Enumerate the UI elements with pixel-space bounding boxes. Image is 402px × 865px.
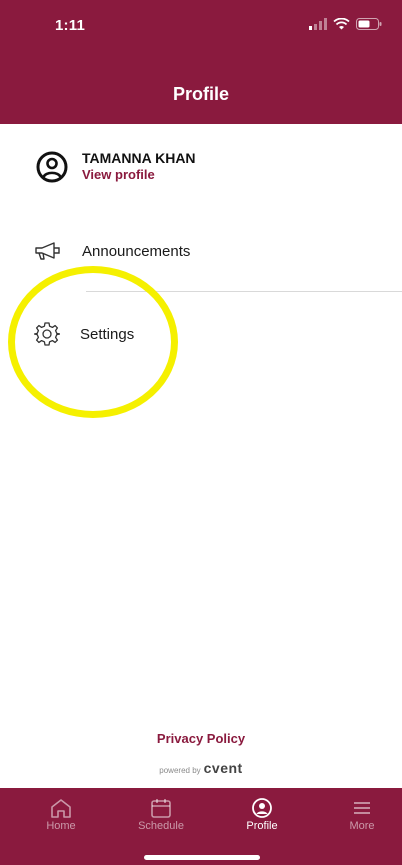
user-name: TAMANNA KHAN (82, 150, 196, 166)
tab-home[interactable]: Home (21, 798, 101, 832)
megaphone-icon (35, 242, 60, 260)
status-icons (309, 18, 382, 30)
wifi-icon (333, 18, 350, 30)
page-title: Profile (172, 84, 229, 104)
menu-icon (354, 802, 370, 814)
menu-item-announcements[interactable]: Announcements (34, 241, 190, 261)
profile-icon (252, 798, 272, 818)
signal-icon (309, 18, 327, 30)
app-header: 1:11 Profile (0, 0, 402, 124)
tab-profile[interactable]: Profile (222, 798, 302, 832)
highlight-circle (8, 266, 178, 418)
tab-more[interactable]: More (322, 798, 402, 832)
cvent-logo: cvent (203, 760, 243, 776)
profile-screen: 1:11 Profile TAMANNA KHAN View profile A… (0, 0, 402, 865)
tab-label: Home (46, 820, 76, 832)
powered-by-text: powered by (159, 766, 201, 775)
home-indicator[interactable] (144, 855, 260, 860)
privacy-policy-link[interactable]: Privacy Policy (0, 731, 402, 746)
tab-label: More (349, 820, 375, 832)
status-time: 1:11 (55, 17, 85, 34)
tab-schedule[interactable]: Schedule (121, 798, 201, 832)
tab-bar: Home Schedule Profile More (0, 788, 402, 865)
battery-icon (356, 18, 382, 30)
menu-item-label: Announcements (82, 242, 191, 260)
profile-text: TAMANNA KHAN View profile (82, 150, 196, 183)
view-profile-link[interactable]: View profile (82, 167, 196, 183)
profile-summary[interactable]: TAMANNA KHAN View profile (36, 150, 196, 183)
user-avatar-icon (36, 151, 68, 182)
tab-label: Profile (246, 820, 278, 832)
powered-by: powered by cvent (0, 760, 402, 776)
home-icon (51, 799, 71, 818)
calendar-icon (151, 799, 171, 818)
tab-label: Schedule (138, 820, 184, 832)
